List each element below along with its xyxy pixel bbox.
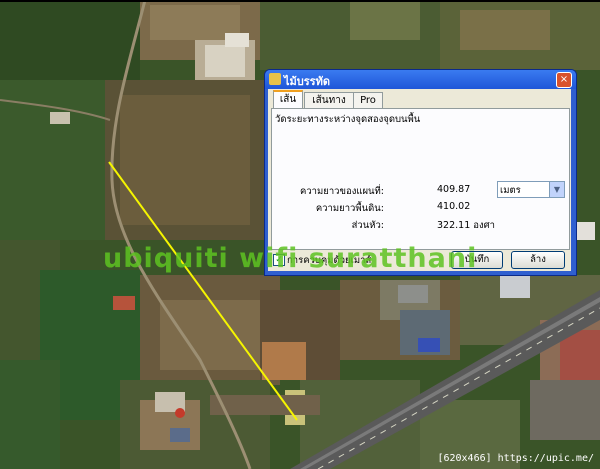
dialog-titlebar[interactable]: ไม้บรรทัด ×	[265, 70, 576, 89]
dialog-title: ไม้บรรทัด	[284, 75, 330, 88]
tab-pro[interactable]: Pro	[353, 92, 383, 109]
ground-length-label: ความยาวพื้นดิน:	[315, 203, 384, 214]
tab-panel-line: วัดระยะทางระหว่างจุดสองจุดบนพื้น ความยาว…	[271, 108, 570, 250]
tab-path[interactable]: เส้นทาง	[304, 92, 354, 109]
chevron-down-icon[interactable]: ▼	[549, 182, 564, 197]
image-host-footer: [620x466] https://upic.me/	[437, 453, 594, 464]
map-length-value: 409.87	[437, 184, 471, 195]
measure-description: วัดระยะทางระหว่างจุดสองจุดบนพื้น	[275, 114, 421, 125]
ruler-icon	[269, 73, 281, 85]
ground-length-value: 410.02	[437, 201, 471, 212]
map-top-border	[0, 0, 600, 2]
unit-selected-value: เมตร	[500, 185, 521, 196]
watermark-text: ubiquiti wifi suratthani	[103, 243, 478, 274]
heading-label: ส่วนหัว:	[351, 220, 384, 231]
close-button[interactable]: ×	[556, 72, 572, 88]
clear-button[interactable]: ล้าง	[511, 251, 565, 269]
heading-value: 322.11 องศา	[437, 220, 495, 231]
map-length-label: ความยาวของแผนที่:	[299, 186, 384, 197]
unit-dropdown[interactable]: เมตร ▼	[497, 181, 565, 198]
